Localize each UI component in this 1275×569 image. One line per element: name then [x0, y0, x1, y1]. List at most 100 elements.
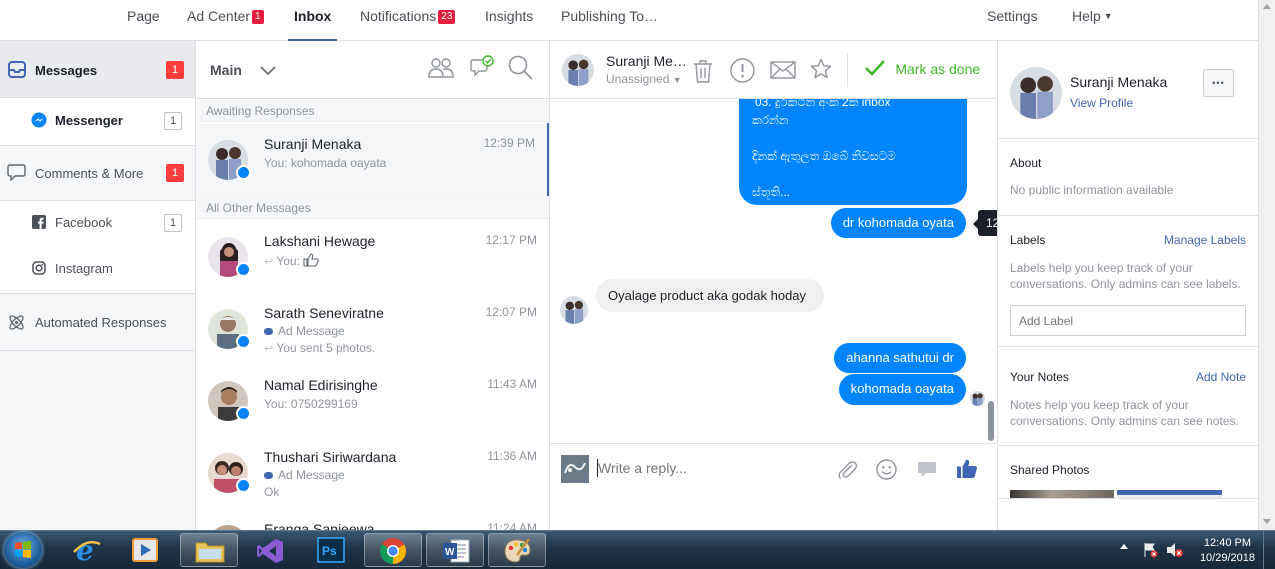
add-label-input[interactable]: [1010, 305, 1246, 336]
spam-alert-icon[interactable]: [730, 58, 755, 83]
sidebar-item-automated-responses[interactable]: Automated Responses: [0, 295, 195, 351]
nav-notifications[interactable]: Notifications 23: [360, 0, 456, 41]
emoji-smiley-icon[interactable]: [876, 459, 897, 480]
conversation-row[interactable]: Suranji Menaka 12:39 PM You: kohomada oa…: [196, 123, 549, 196]
more-options-button[interactable]: •••: [1203, 69, 1234, 97]
show-desktop-button[interactable]: [1263, 531, 1275, 569]
taskbar-paint[interactable]: [488, 533, 546, 567]
messenger-badge-icon: [236, 165, 251, 180]
section-awaiting-responses: Awaiting Responses: [196, 100, 549, 122]
notifications-badge: 23: [438, 10, 456, 24]
conversation-time: 12:39 PM: [483, 136, 535, 150]
thread-contact-name[interactable]: Suranji Me…: [606, 53, 687, 69]
thumbs-up-icon[interactable]: [956, 458, 978, 479]
notes-title: Your Notes: [1010, 370, 1069, 384]
conversation-name: Namal Edirisinghe: [264, 377, 378, 393]
sidebar-item-messages[interactable]: Messages 1: [0, 41, 195, 98]
comments-count-badge: 1: [166, 164, 184, 182]
view-profile-link[interactable]: View Profile: [1070, 96, 1133, 110]
thread-scrollbar[interactable]: [988, 401, 994, 441]
conversation-name: Sarath Seneviratne: [264, 305, 384, 321]
nav-ad-center[interactable]: Ad Center 1: [187, 0, 264, 41]
section-all-other-messages: All Other Messages: [196, 197, 549, 219]
about-section: About No public information available: [998, 139, 1258, 216]
conversation-time: 11:24 AM: [487, 521, 537, 530]
nav-page[interactable]: Page: [127, 0, 160, 41]
sidebar-item-comments[interactable]: Comments & More 1: [0, 146, 195, 201]
nav-help-label: Help: [1072, 8, 1101, 24]
conversation-row[interactable]: Eranga Sanjeewa 11:24 AM: [196, 508, 549, 530]
conversation-time: 11:36 AM: [487, 449, 537, 463]
conversation-time: 12:07 PM: [485, 305, 537, 319]
messenger-count-badge: 1: [164, 112, 182, 130]
reply-arrow-icon: ↩: [264, 256, 274, 268]
conversation-row[interactable]: Sarath Seneviratne 12:07 PM Ad Message ↩…: [196, 292, 549, 364]
attachment-paperclip-icon[interactable]: [836, 459, 858, 481]
taskbar-file-explorer[interactable]: [180, 533, 238, 567]
conversation-name: Thushari Siriwardana: [264, 449, 397, 465]
taskbar-photoshop[interactable]: Ps: [302, 533, 360, 567]
mark-unread-envelope-icon[interactable]: [770, 61, 796, 79]
show-hidden-icons-arrow-icon[interactable]: [1120, 544, 1128, 549]
nav-insights[interactable]: Insights: [485, 0, 533, 41]
saved-replies-icon[interactable]: [917, 461, 937, 479]
sidebar-item-messenger[interactable]: Messenger 1: [0, 98, 195, 146]
scroll-up-icon[interactable]: [1263, 4, 1271, 9]
assignment-dropdown[interactable]: Unassigned ▼: [606, 72, 682, 86]
messenger-badge-icon: [236, 334, 251, 349]
conversation-row[interactable]: Lakshani Hewage 12:17 PM ↩ You:: [196, 220, 549, 292]
message-line: ස්තූති...: [752, 185, 791, 199]
taskbar-internet-explorer[interactable]: e: [58, 533, 116, 567]
trash-icon[interactable]: [693, 59, 713, 83]
conversation-row[interactable]: Thushari Siriwardana 11:36 AM Ad Message…: [196, 436, 549, 508]
done-conversations-icon[interactable]: [470, 55, 494, 77]
people-filter-icon[interactable]: [428, 57, 454, 79]
nav-publishing-tools[interactable]: Publishing To…: [561, 0, 658, 41]
word-icon: W: [443, 539, 470, 563]
conversation-snippet: ↩ You sent 5 photos.: [264, 341, 375, 355]
taskbar-visual-studio[interactable]: [242, 533, 300, 567]
taskbar-chrome[interactable]: [364, 533, 422, 567]
taskbar-media-player[interactable]: [118, 533, 176, 567]
mark-as-done-button[interactable]: Mark as done: [864, 59, 980, 81]
search-icon[interactable]: [508, 55, 534, 81]
about-text: No public information available: [1010, 183, 1174, 197]
message-bubble-outgoing[interactable]: dr kohomada oyata: [830, 208, 966, 238]
conversation-time: 12:17 PM: [485, 233, 537, 247]
volume-muted-icon[interactable]: [1166, 542, 1184, 558]
nav-help[interactable]: Help ▼: [1072, 0, 1113, 41]
nav-settings[interactable]: Settings: [987, 0, 1038, 41]
start-button[interactable]: [4, 532, 42, 568]
manage-labels-link[interactable]: Manage Labels: [1164, 233, 1246, 247]
checkmark-icon: [865, 60, 885, 76]
sidebar-item-label: Facebook: [55, 215, 113, 230]
sidebar-item-label: Instagram: [55, 261, 113, 276]
conversation-row[interactable]: Namal Edirisinghe 11:43 AM You: 07502991…: [196, 364, 549, 436]
message-bubble-outgoing[interactable]: kohomada oayata: [838, 374, 966, 405]
media-player-icon: [132, 538, 158, 562]
system-clock[interactable]: 12:40 PM 10/29/2018: [1200, 536, 1255, 566]
scroll-down-icon[interactable]: [1263, 519, 1271, 524]
inbox-sidebar: Messages 1 Messenger 1 Comments & More 1…: [0, 41, 196, 530]
sidebar-item-instagram[interactable]: Instagram: [0, 247, 195, 294]
comment-bubble-icon: [7, 164, 26, 181]
reply-input[interactable]: [598, 458, 778, 478]
action-center-flag-icon[interactable]: [1142, 542, 1158, 558]
chevron-down-icon[interactable]: [260, 66, 276, 76]
page-scrollbar[interactable]: [1258, 0, 1275, 530]
taskbar-word[interactable]: W: [426, 533, 484, 567]
folder-filter-dropdown[interactable]: Main: [210, 62, 242, 78]
sidebar-item-facebook[interactable]: Facebook 1: [0, 201, 195, 247]
message-bubble-incoming[interactable]: Oyalage product aka godak hoday: [596, 279, 824, 312]
conversation-name: Lakshani Hewage: [264, 233, 376, 249]
top-navigation: Page Ad Center 1 Inbox Notifications 23 In…: [0, 0, 1258, 42]
caret-down-icon: ▼: [672, 75, 682, 85]
star-icon[interactable]: [810, 58, 832, 80]
conversation-snippet: You: 0750299169: [264, 397, 358, 411]
panel-bottom-bar: [998, 498, 1258, 530]
message-bubble-outgoing[interactable]: ahanna sathutui dr: [834, 343, 966, 373]
internet-explorer-icon: e: [73, 536, 101, 564]
page-avatar: [561, 455, 589, 483]
add-note-link[interactable]: Add Note: [1196, 370, 1246, 384]
nav-inbox[interactable]: Inbox: [287, 0, 338, 42]
